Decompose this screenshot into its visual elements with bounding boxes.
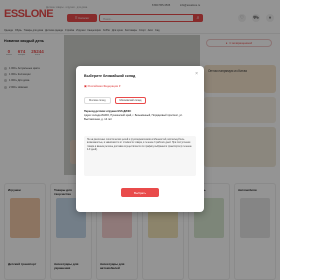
tab-pickup[interactable]: Московский склад xyxy=(114,97,147,104)
select-button[interactable]: Выбрать xyxy=(121,188,159,197)
warehouse-modal: × Выберите ближайший склад ▣ Российская … xyxy=(76,66,204,212)
region-select[interactable]: ▣ Российская Федерация ▾ xyxy=(84,84,120,88)
notice-text: Не на различных логистических цепей и гр… xyxy=(84,136,196,176)
warehouse-tabs: Москва склад Московский склад xyxy=(84,97,147,104)
modal-title: Выберите ближайший склад xyxy=(84,74,136,78)
flag-icon: ▣ xyxy=(84,84,87,88)
tab-ship[interactable]: Москва склад xyxy=(84,97,111,104)
address-text: Адрес склада ИНФО, Пушкинский край, г. Б… xyxy=(84,113,183,121)
address-block: Переезд детских игрушек ESS ДИФС Адрес с… xyxy=(84,110,194,121)
close-icon[interactable]: × xyxy=(195,71,198,77)
page: ESSLONE Детские товары · игрушки · для д… xyxy=(0,0,280,280)
chevron-down-icon: ▾ xyxy=(119,84,121,88)
